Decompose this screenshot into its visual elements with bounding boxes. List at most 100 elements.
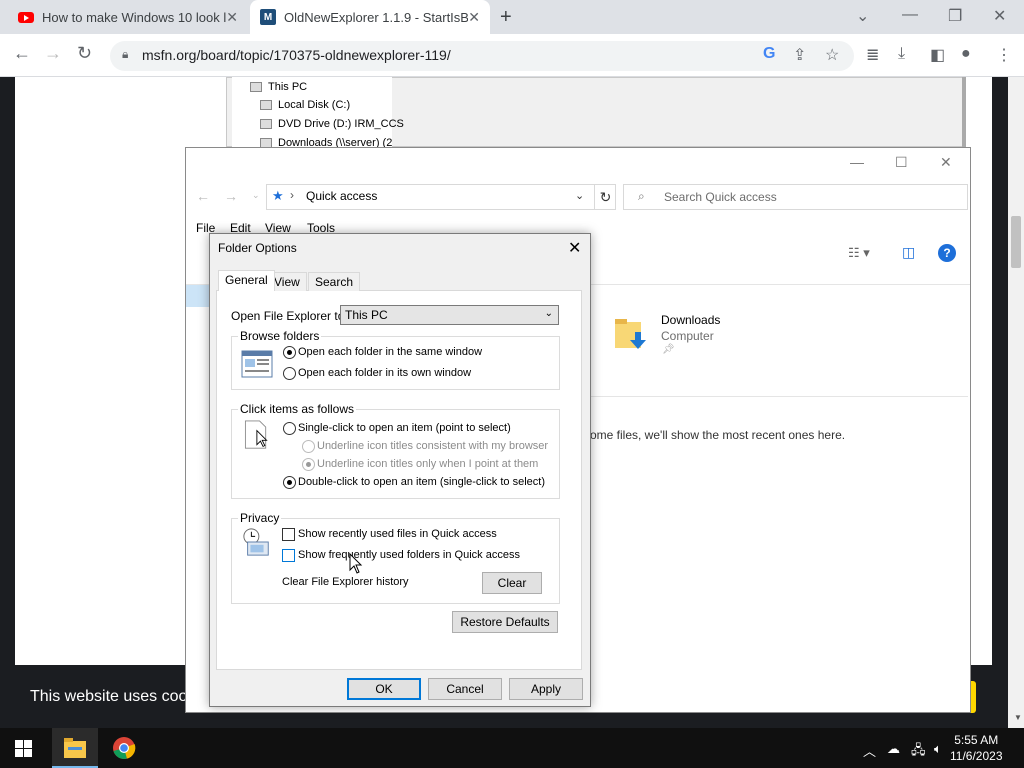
clock-date: 11/6/2023: [950, 749, 1003, 763]
underline-point-radio[interactable]: [302, 458, 315, 471]
downloads-folder-icon[interactable]: [614, 316, 648, 350]
youtube-icon: [18, 11, 34, 23]
file-explorer-icon: [64, 738, 86, 758]
back-button[interactable]: ←: [13, 43, 31, 64]
drive-icon: [260, 100, 272, 110]
tree-item: DVD Drive (D:) IRM_CCS: [260, 118, 404, 130]
dialog-close-icon[interactable]: ✕: [568, 238, 581, 258]
scroll-down-icon[interactable]: ▼: [1014, 713, 1022, 722]
breadcrumb-chevron-icon[interactable]: ›: [290, 188, 294, 202]
restore-button[interactable]: ❐: [948, 6, 962, 26]
tab-general[interactable]: General: [218, 270, 275, 291]
open-to-value: This PC: [345, 308, 388, 322]
address-text[interactable]: Quick access: [306, 189, 377, 203]
open-to-select[interactable]: This PC ⌄: [340, 305, 559, 325]
close-icon[interactable]: ✕: [226, 9, 238, 26]
folder-name[interactable]: Downloads: [661, 313, 720, 327]
underline-browser-radio[interactable]: [302, 440, 315, 453]
ok-button[interactable]: OK: [347, 678, 421, 700]
preview-pane-icon[interactable]: ◫: [902, 244, 915, 261]
nav-pane-selected-item[interactable]: [186, 285, 210, 307]
close-icon[interactable]: ✕: [468, 9, 480, 26]
tree-label: This PC: [268, 81, 308, 93]
lock-icon[interactable]: 🔒︎: [122, 47, 128, 62]
explorer-back-button[interactable]: ←: [196, 188, 210, 204]
restore-defaults-button[interactable]: Restore Defaults: [452, 611, 558, 633]
address-dropdown-icon[interactable]: ⌄: [575, 189, 584, 202]
underline-browser-label: Underline icon titles consistent with my…: [317, 440, 549, 452]
network-icon[interactable]: 🖧︎: [911, 741, 926, 763]
tab-youtube[interactable]: How to make Windows 10 look l ✕: [8, 0, 248, 34]
download-icon[interactable]: ⤓: [898, 45, 905, 63]
clock-time: 5:55 AM: [954, 733, 999, 747]
frequent-folders-checkbox[interactable]: [282, 549, 295, 562]
double-click-label[interactable]: Double-click to open an item (single-cli…: [298, 476, 545, 488]
forward-button[interactable]: →: [44, 43, 62, 64]
recent-files-message: ome files, we'll show the most recent on…: [590, 428, 846, 442]
own-window-label[interactable]: Open each folder in its own window: [298, 367, 471, 379]
browse-folders-group: [231, 336, 560, 390]
msfn-icon: M: [260, 9, 276, 25]
same-window-radio[interactable]: [283, 346, 296, 359]
tree-label: Local Disk (C:): [278, 99, 351, 111]
explorer-close-button[interactable]: ✕: [940, 154, 952, 171]
recent-locations-icon[interactable]: ⌄: [252, 190, 260, 201]
tab-title: OldNewExplorer 1.1.9 - StartIsBa: [284, 9, 469, 25]
page-scrollbar-thumb[interactable]: [1011, 216, 1021, 268]
view-options-icon[interactable]: ☷ ▾: [848, 245, 870, 261]
search-icon: ⌕: [638, 189, 645, 203]
dialog-title: Folder Options: [218, 241, 297, 255]
click-items-label: Click items as follows: [238, 402, 357, 416]
tab-title: How to make Windows 10 look l: [42, 9, 227, 25]
windows-start-icon[interactable]: [15, 740, 32, 757]
menu-kebab-icon[interactable]: ⋮: [996, 45, 1012, 65]
explorer-minimize-button[interactable]: —: [850, 154, 864, 170]
screenshot-scrollbar: [962, 77, 966, 147]
refresh-icon[interactable]: ↻: [594, 185, 616, 209]
tab-search-icon[interactable]: ⌄: [856, 6, 869, 26]
frequent-folders-label[interactable]: Show frequently used folders in Quick ac…: [298, 549, 520, 561]
same-window-label[interactable]: Open each folder in the same window: [298, 346, 482, 358]
profile-avatar-icon[interactable]: ●: [961, 45, 971, 63]
explorer-maximize-button[interactable]: ☐: [895, 154, 908, 171]
screenshot-tree: This PC Local Disk (C:) DVD Drive (D:) I…: [232, 77, 404, 149]
tree-item: Local Disk (C:): [260, 99, 350, 111]
single-click-radio[interactable]: [283, 422, 296, 435]
apply-button[interactable]: Apply: [509, 678, 583, 700]
folder-location: Computer: [661, 329, 714, 343]
recent-files-label[interactable]: Show recently used files in Quick access: [298, 528, 497, 540]
new-tab-button[interactable]: +: [500, 6, 512, 29]
reload-button[interactable]: ↻: [77, 43, 92, 64]
tray-chevron-up-icon[interactable]: ︿: [863, 741, 876, 760]
own-window-radio[interactable]: [283, 367, 296, 380]
tab-msfn[interactable]: M OldNewExplorer 1.1.9 - StartIsBa ✕: [250, 0, 490, 34]
single-click-label[interactable]: Single-click to open an item (point to s…: [298, 422, 511, 434]
underline-point-label: Underline icon titles only when I point …: [317, 458, 539, 470]
privacy-clock-icon: [243, 528, 269, 556]
click-pointer-icon: [244, 420, 268, 449]
volume-muted-icon[interactable]: 🔈︎: [934, 741, 942, 757]
cancel-button[interactable]: Cancel: [428, 678, 502, 700]
clear-button[interactable]: Clear: [482, 572, 542, 594]
recent-files-checkbox[interactable]: [282, 528, 295, 541]
page-scrollbar[interactable]: [1008, 77, 1024, 728]
bookmark-star-icon[interactable]: ☆: [825, 45, 839, 65]
system-clock[interactable]: 5:55 AM 11/6/2023: [950, 732, 1003, 764]
media-control-icon[interactable]: ≣: [866, 45, 879, 65]
minimize-button[interactable]: —: [902, 6, 918, 24]
tree-item: This PC: [250, 81, 307, 93]
cloud-offline-icon[interactable]: ☁: [887, 741, 900, 757]
close-window-button[interactable]: ✕: [993, 6, 1006, 26]
side-panel-icon[interactable]: ◧: [930, 45, 945, 65]
explorer-forward-button[interactable]: →: [224, 188, 238, 204]
url-text[interactable]: msfn.org/board/topic/170375-oldnewexplor…: [142, 47, 451, 63]
double-click-radio[interactable]: [283, 476, 296, 489]
clear-history-label: Clear File Explorer history: [282, 576, 409, 588]
chrome-icon[interactable]: [112, 736, 136, 760]
dvd-icon: [260, 119, 272, 129]
mouse-cursor-icon: [349, 553, 363, 574]
tab-search[interactable]: Search: [308, 272, 361, 291]
help-icon[interactable]: ?: [938, 244, 956, 262]
google-lens-icon[interactable]: G: [763, 45, 775, 63]
share-icon[interactable]: ⇪: [793, 45, 806, 65]
